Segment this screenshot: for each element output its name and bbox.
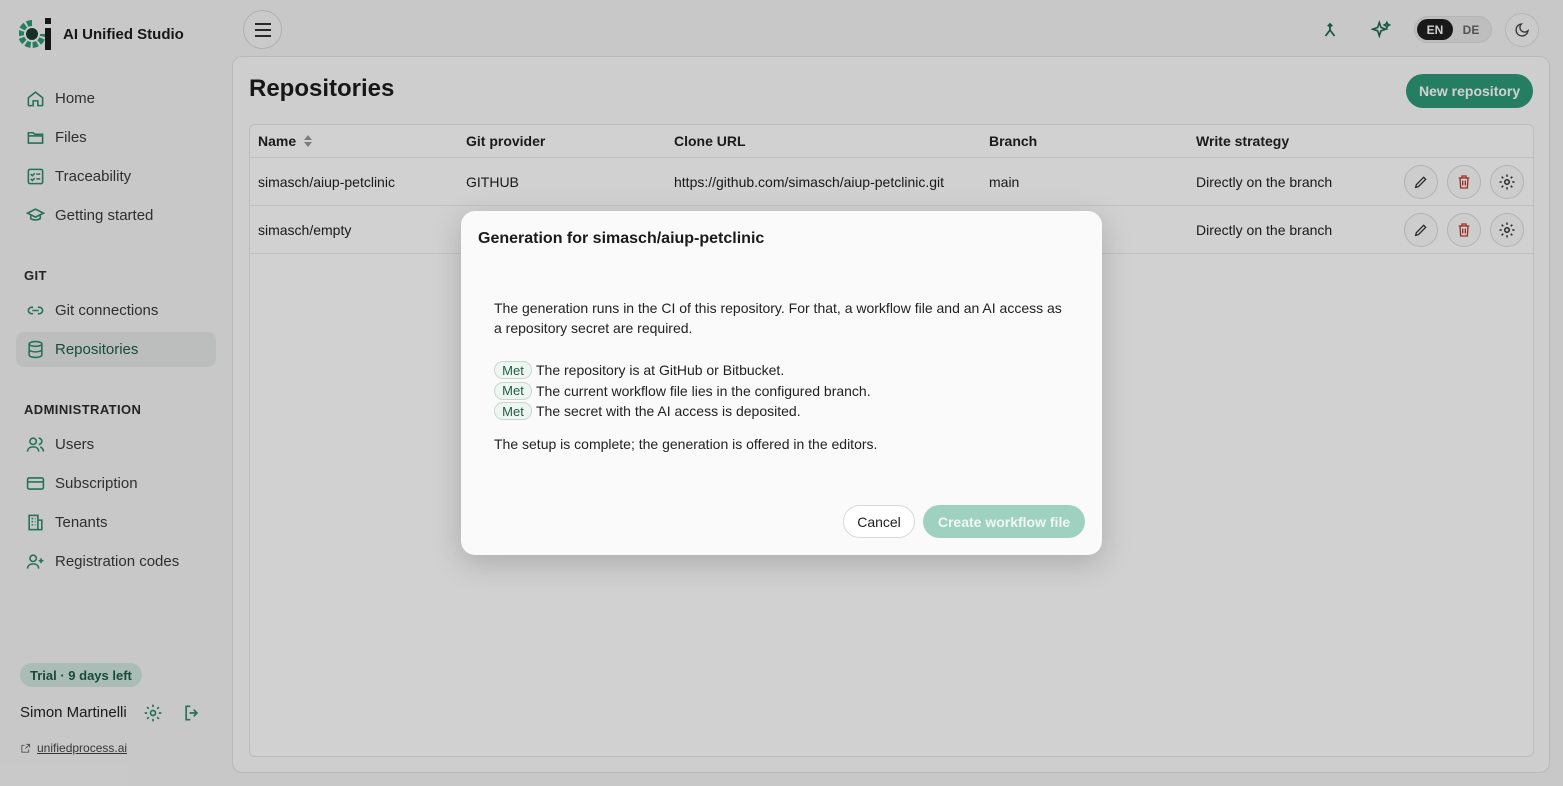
dialog-intro: The generation runs in the CI of this re… [494, 300, 1062, 336]
requirement-text: The secret with the AI access is deposit… [536, 403, 801, 420]
status-badge: Met [494, 402, 532, 421]
status-badge: Met [494, 361, 532, 380]
generation-dialog: Generation for simasch/aiup-petclinic Th… [461, 211, 1102, 555]
dialog-title: Generation for simasch/aiup-petclinic [478, 230, 765, 247]
create-workflow-file-button[interactable]: Create workflow file [923, 505, 1085, 538]
status-badge: Met [494, 381, 532, 400]
cancel-button[interactable]: Cancel [843, 505, 915, 538]
dialog-status-text: The setup is complete; the generation is… [494, 436, 878, 452]
requirement-item: Met The current workflow file lies in th… [494, 381, 871, 402]
requirement-text: The repository is at GitHub or Bitbucket… [536, 362, 785, 379]
requirement-text: The current workflow file lies in the co… [536, 382, 871, 399]
requirements-list: Met The repository is at GitHub or Bitbu… [494, 360, 871, 422]
requirement-item: Met The secret with the AI access is dep… [494, 401, 871, 422]
requirement-item: Met The repository is at GitHub or Bitbu… [494, 360, 871, 381]
